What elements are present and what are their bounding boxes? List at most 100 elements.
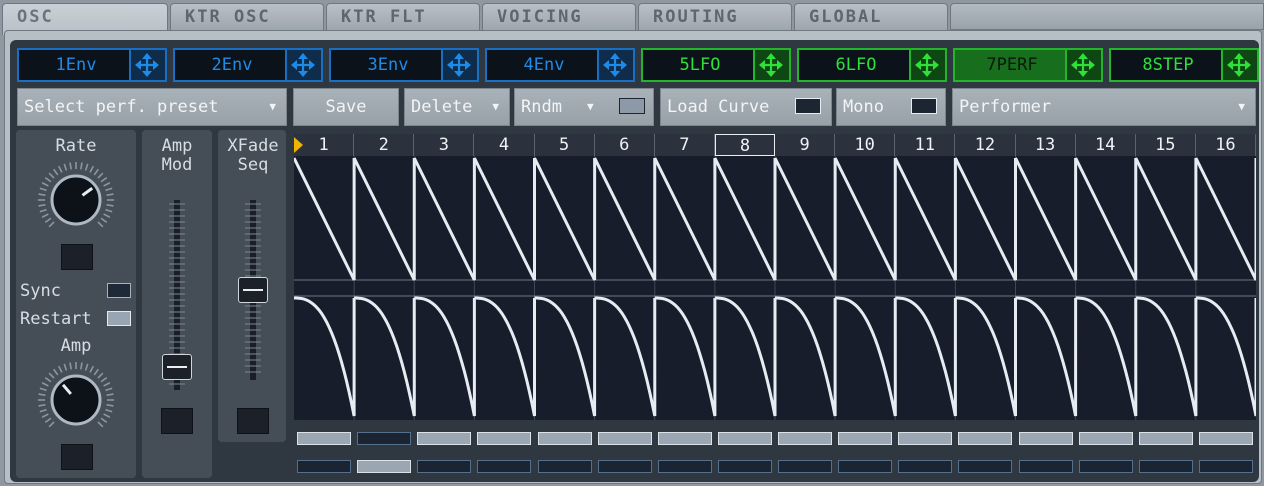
step-header-16[interactable]: 16 (1195, 134, 1256, 156)
row2-step-15[interactable] (1138, 460, 1193, 473)
row1-step-10[interactable] (838, 432, 893, 445)
row1-step-13[interactable] (1018, 432, 1073, 445)
rate-knob[interactable] (30, 160, 122, 240)
row2-step-4[interactable] (477, 460, 532, 473)
row2-step-1[interactable] (297, 460, 351, 473)
row2-step-11[interactable] (898, 460, 953, 473)
mod-source-2env[interactable]: 2Env (173, 48, 323, 82)
tab-routing[interactable]: ROUTING (638, 3, 792, 30)
xfade-seq-handle[interactable] (238, 277, 268, 303)
mod-source-3env[interactable]: 3Env (329, 48, 479, 82)
row1-step-2[interactable] (357, 432, 412, 445)
row1-step-6[interactable] (597, 432, 652, 445)
step-sequencer[interactable]: 1 2 3 4 5 6 7 8 9 10 11 12 13 14 15 16 (294, 134, 1256, 420)
row1-step-5[interactable] (537, 432, 592, 445)
row1-step-4[interactable] (477, 432, 532, 445)
restart-label: Restart (20, 309, 92, 329)
step-header-7[interactable]: 7 (654, 134, 715, 156)
step-header-2[interactable]: 2 (354, 134, 415, 156)
row2-step-3[interactable] (417, 460, 472, 473)
step-curves[interactable] (294, 156, 1256, 420)
row2-step-7[interactable] (657, 460, 712, 473)
row2-step-14[interactable] (1078, 460, 1133, 473)
drag-move-icon[interactable] (441, 50, 477, 80)
row2-step-9[interactable] (778, 460, 832, 473)
row2-step-8[interactable] (717, 460, 772, 473)
row1-step-14[interactable] (1078, 432, 1133, 445)
step-header-9[interactable]: 9 (775, 134, 836, 156)
row1-step-12[interactable] (958, 432, 1013, 445)
amp-mod-handle[interactable] (162, 354, 192, 381)
row2-step-6[interactable] (597, 460, 652, 473)
mod-source-5lfo[interactable]: 5LFO (641, 48, 791, 82)
amp-mod-label-2: Mod (161, 155, 193, 175)
drag-move-icon[interactable] (1065, 50, 1101, 80)
rate-label: Rate (55, 136, 97, 156)
step-header-4[interactable]: 4 (474, 134, 535, 156)
row2-step-12[interactable] (958, 460, 1013, 473)
step-header-11[interactable]: 11 (895, 134, 956, 156)
row1-step-15[interactable] (1138, 432, 1193, 445)
mod-source-label: 7PERF (986, 55, 1038, 75)
step-header-12[interactable]: 12 (955, 134, 1016, 156)
step-header-15[interactable]: 15 (1135, 134, 1196, 156)
row2-step-5[interactable] (537, 460, 592, 473)
amp-mod-slider[interactable] (162, 200, 192, 390)
row1-step-1[interactable] (297, 432, 351, 445)
perf-preset-label: Select perf. preset (24, 97, 219, 117)
row2-step-2[interactable] (357, 460, 412, 473)
step-header-5[interactable]: 5 (534, 134, 595, 156)
step-header-8[interactable]: 8 (714, 134, 775, 156)
mod-source-6lfo[interactable]: 6LFO (797, 48, 947, 82)
row1-step-3[interactable] (417, 432, 472, 445)
restart-toggle[interactable] (107, 311, 131, 326)
perf-preset-select[interactable]: Select perf. preset ▼ (17, 88, 287, 126)
step-header-3[interactable]: 3 (414, 134, 475, 156)
drag-move-icon[interactable] (909, 50, 945, 80)
drag-move-icon[interactable] (129, 50, 165, 80)
amp-mod-value-box[interactable] (161, 408, 193, 434)
tab-ktr-flt[interactable]: KTR FLT (326, 3, 480, 30)
amp-label: Amp (60, 336, 92, 356)
xfade-seq-value-box[interactable] (237, 408, 269, 434)
row1-step-7[interactable] (657, 432, 712, 445)
mod-source-1env[interactable]: 1Env (17, 48, 167, 82)
step-header-14[interactable]: 14 (1075, 134, 1136, 156)
rate-knob-graphic (38, 162, 114, 228)
row2-step-16[interactable] (1198, 460, 1253, 473)
tab-voicing[interactable]: VOICING (482, 3, 636, 30)
drag-move-icon[interactable] (753, 50, 789, 80)
drag-move-icon[interactable] (597, 50, 633, 80)
row1-step-9[interactable] (778, 432, 832, 445)
drag-move-icon[interactable] (285, 50, 321, 80)
row1-step-11[interactable] (898, 432, 953, 445)
rndm-button[interactable]: Rndm ▼ (514, 88, 654, 126)
row2-step-13[interactable] (1018, 460, 1073, 473)
step-header-13[interactable]: 13 (1015, 134, 1076, 156)
amp-knob[interactable] (30, 360, 122, 440)
mod-source-8step[interactable]: 8STEP (1109, 48, 1259, 82)
mono-toggle[interactable]: Mono (836, 88, 946, 126)
drag-move-icon[interactable] (1221, 50, 1257, 80)
playhead-icon (294, 137, 303, 153)
load-curve-button[interactable]: Load Curve (660, 88, 832, 126)
row2-step-10[interactable] (838, 460, 893, 473)
amp-value-box[interactable] (61, 444, 93, 470)
load-curve-label: Load Curve (667, 97, 770, 117)
mod-source-label: 1Env (55, 55, 97, 75)
mod-source-7perf[interactable]: 7PERF (953, 48, 1103, 82)
rate-value-box[interactable] (61, 244, 93, 270)
sync-toggle[interactable] (107, 283, 131, 298)
save-button[interactable]: Save (293, 88, 399, 126)
step-header-10[interactable]: 10 (835, 134, 896, 156)
step-header-6[interactable]: 6 (594, 134, 655, 156)
mod-source-4env[interactable]: 4Env (485, 48, 635, 82)
performer-mode-select[interactable]: Performer ▼ (952, 88, 1256, 126)
mod-source-label: 3Env (367, 55, 409, 75)
xfade-seq-slider[interactable] (238, 200, 268, 390)
row1-step-8[interactable] (717, 432, 772, 445)
tab-global[interactable]: GLOBAL (794, 3, 948, 30)
tab-ktr-osc[interactable]: KTR OSC (170, 3, 324, 30)
row1-step-16[interactable] (1198, 432, 1253, 445)
delete-button[interactable]: Delete ▼ (404, 88, 510, 126)
